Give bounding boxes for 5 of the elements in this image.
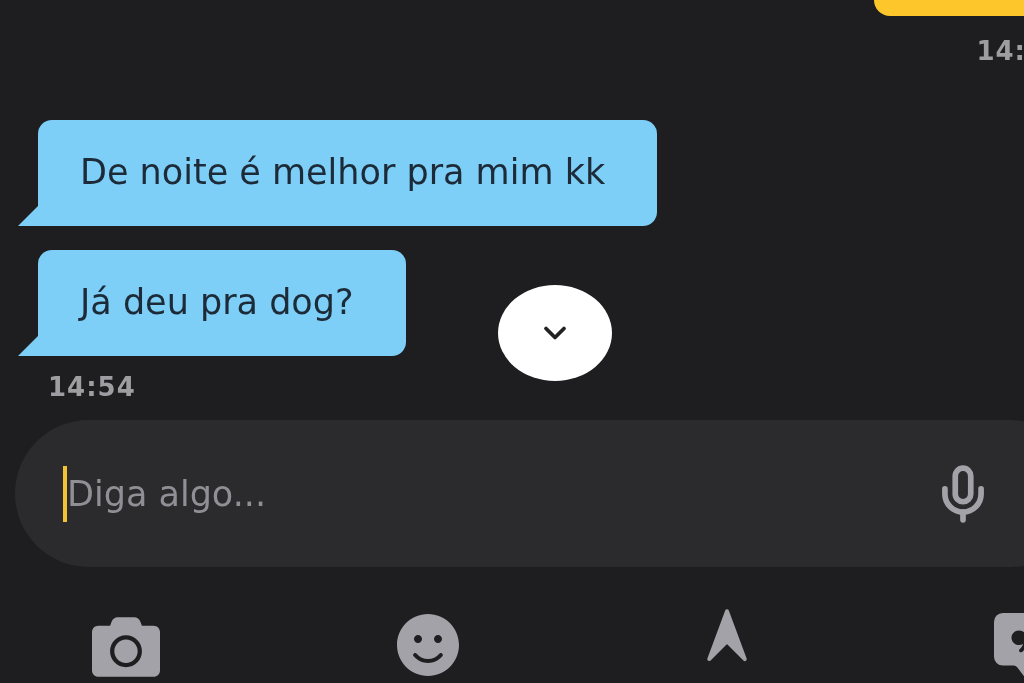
message-time: 14:54 (48, 372, 136, 402)
smiley-icon[interactable] (396, 613, 460, 677)
message-input-field[interactable]: Diga algo... (67, 473, 932, 514)
message-time: 14: (976, 36, 1024, 66)
text-cursor (63, 465, 67, 522)
